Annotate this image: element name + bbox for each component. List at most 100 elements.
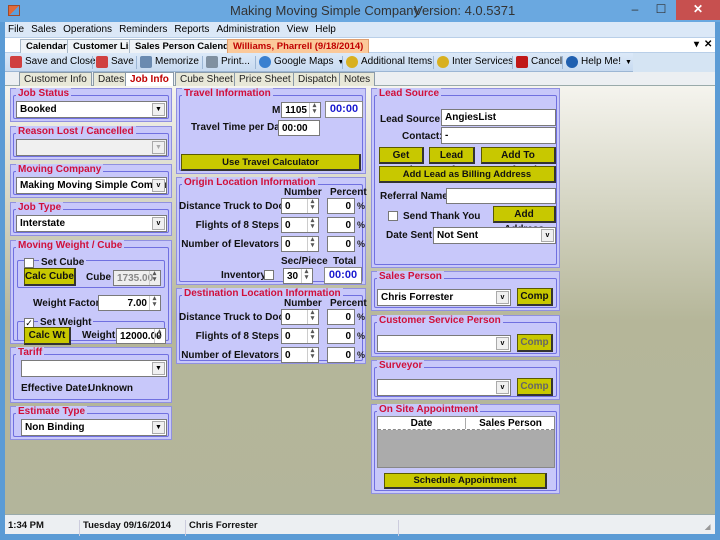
surveyor-comp-button[interactable]: Comp (517, 378, 553, 396)
additional-items-button[interactable]: Additional Items▼ (345, 55, 443, 70)
cube-value: 1735.00 (117, 273, 154, 284)
menu-operations[interactable]: Operations (60, 22, 116, 35)
doc-tab-calendar[interactable]: Calendar (20, 39, 73, 53)
save-and-close-button[interactable]: Save and Close (9, 55, 96, 70)
appointment-grid[interactable]: Date Sales Person (377, 416, 555, 468)
travel-time-input[interactable]: 00:00 (278, 120, 320, 136)
destination-row-percent-input[interactable]: 0 (327, 328, 355, 344)
effective-date-value: Unknown (88, 383, 133, 394)
inventory-checkbox[interactable] (264, 270, 274, 280)
surveyor-select[interactable]: v (377, 379, 511, 396)
lead-info-button[interactable]: Lead Info (429, 147, 475, 176)
sec-piece-input[interactable]: 30 ▴ ▾ (283, 268, 313, 284)
job-status-select[interactable]: Booked ▼ (16, 101, 167, 118)
get-lead-button[interactable]: Get Lead (379, 147, 424, 176)
weight-factor-input[interactable]: 7.00 ▴ ▾ (98, 295, 161, 311)
chevron-down-icon: ▼ (152, 103, 165, 116)
reason-lost-legend: Reason Lost / Cancelled (16, 126, 136, 137)
spinner-icon: ▴ ▾ (307, 237, 317, 251)
destination-row-percent-input[interactable]: 0 (327, 347, 355, 363)
chevron-down-icon: v (496, 381, 509, 394)
origin-row-number-input[interactable]: 0 ▴ ▾ (281, 217, 319, 233)
menu-sales[interactable]: Sales (28, 22, 60, 35)
add-to-referral-button[interactable]: Add To Referral (481, 147, 556, 176)
close-button[interactable]: ✕ (676, 0, 720, 20)
chevron-down-icon: ▼ (152, 141, 165, 154)
job-type-select[interactable]: Interstate v (16, 215, 167, 232)
menu-reports[interactable]: Reports (171, 22, 213, 35)
menu-administration[interactable]: Administration (213, 22, 283, 35)
origin-row-number-input[interactable]: 0 ▴ ▾ (281, 198, 319, 214)
column-header-date[interactable]: Date (378, 418, 465, 429)
sales-person-comp-button[interactable]: Comp (517, 288, 553, 306)
origin-row-percent-input[interactable]: 0 (327, 217, 355, 233)
menu-help[interactable]: Help (312, 22, 340, 35)
miles-input[interactable]: 1105 ▴ ▾ (281, 102, 321, 118)
sales-person-value: Chris Forrester (381, 292, 454, 303)
add-address-button[interactable]: Add Address (493, 206, 556, 235)
print-button[interactable]: Print... (205, 55, 250, 70)
date-sent-select[interactable]: Not Sent v (433, 227, 556, 244)
send-thank-you-checkbox[interactable] (388, 211, 398, 221)
tab-job-info[interactable]: Job Info (125, 72, 174, 86)
toolbar-separator (342, 56, 343, 69)
lead-source-label: Lead Source: (380, 114, 444, 125)
destination-row-label: Number of Elevators (181, 350, 279, 361)
save-button[interactable]: Save (95, 55, 134, 70)
use-travel-calculator-button[interactable]: Use Travel Calculator (181, 154, 361, 171)
weight-input[interactable]: 12000.00 ▴ ▾ (116, 328, 166, 344)
help-me-button[interactable]: Help Me! ▼ (565, 55, 632, 70)
menu-reminders[interactable]: Reminders (116, 22, 171, 35)
calc-weight-button[interactable]: Calc Wt (24, 327, 71, 345)
lead-source-input[interactable]: AngiesList (441, 109, 556, 126)
close-tab-icon[interactable]: ✕ (704, 39, 712, 50)
percent-sign: % (357, 239, 366, 249)
tab-dispatch[interactable]: Dispatch (293, 72, 342, 86)
moving-company-select[interactable]: Making Moving Simple Compan v (16, 177, 167, 194)
customer-service-select[interactable]: v (377, 335, 511, 352)
tab-dates[interactable]: Dates (93, 72, 130, 86)
inter-services-button[interactable]: Inter Services▼ (436, 55, 524, 70)
set-cube-checkbox[interactable] (24, 258, 34, 268)
tab-price-sheet[interactable]: Price Sheet (234, 72, 296, 86)
estimate-type-select[interactable]: Non Binding ▼ (21, 419, 167, 436)
minimize-button[interactable]: – (622, 0, 648, 20)
origin-row-number-input[interactable]: 0 ▴ ▾ (281, 236, 319, 252)
destination-row-number-input[interactable]: 0 ▴ ▾ (281, 309, 319, 325)
column-header-sales-person[interactable]: Sales Person (465, 418, 555, 429)
referral-name-input[interactable] (446, 188, 556, 204)
tab-list-dropdown-icon[interactable]: ▾ (694, 39, 699, 50)
job-type-value: Interstate (20, 218, 66, 229)
destination-row-number-value: 0 (285, 350, 291, 361)
tab-notes[interactable]: Notes (339, 72, 376, 86)
menu-view[interactable]: View (284, 22, 313, 35)
chevron-down-icon: v (496, 291, 509, 304)
moving-company-value: Making Moving Simple Compan (20, 180, 167, 191)
tab-cube-sheet[interactable]: Cube Sheet (175, 72, 238, 86)
origin-row-percent-input[interactable]: 0 (327, 198, 355, 214)
memorize-button[interactable]: Memorize (139, 55, 199, 70)
contact-input[interactable]: - (441, 127, 556, 144)
menu-file[interactable]: File (5, 22, 28, 35)
calc-cube-button[interactable]: Calc Cube (24, 268, 76, 286)
toolbar: Save and Close Save Memorize Print... Go… (5, 53, 633, 72)
destination-row-number-input[interactable]: 0 ▴ ▾ (281, 328, 319, 344)
tariff-select[interactable]: ▼ (21, 360, 167, 377)
resize-grip-icon[interactable]: ◢ (705, 523, 710, 531)
destination-row-percent-input[interactable]: 0 (327, 309, 355, 325)
onsite-appointment-group: On Site Appointment Date Sales Person Sc… (371, 404, 560, 494)
maximize-button[interactable]: ☐ (648, 0, 674, 20)
cancel-button[interactable]: Cancel (515, 55, 562, 70)
toolbar-separator (92, 56, 93, 69)
google-maps-button[interactable]: Google Maps ▼ (258, 55, 344, 70)
customer-service-comp-button[interactable]: Comp (517, 334, 553, 352)
origin-row-percent-input[interactable]: 0 (327, 236, 355, 252)
reason-lost-select[interactable]: ▼ (16, 139, 167, 156)
tab-customer-info[interactable]: Customer Info (19, 72, 92, 86)
schedule-appointment-button[interactable]: Schedule Appointment (384, 473, 547, 489)
cube-input[interactable]: 1735.00 ▴ ▾ (113, 270, 161, 286)
add-lead-billing-address-button[interactable]: Add Lead as Billing Address (379, 166, 556, 183)
doc-tab-williams-pharrell[interactable]: Williams, Pharrell (9/18/2014) (227, 39, 370, 53)
destination-row-number-input[interactable]: 0 ▴ ▾ (281, 347, 319, 363)
sales-person-select[interactable]: Chris Forrester v (377, 289, 511, 306)
